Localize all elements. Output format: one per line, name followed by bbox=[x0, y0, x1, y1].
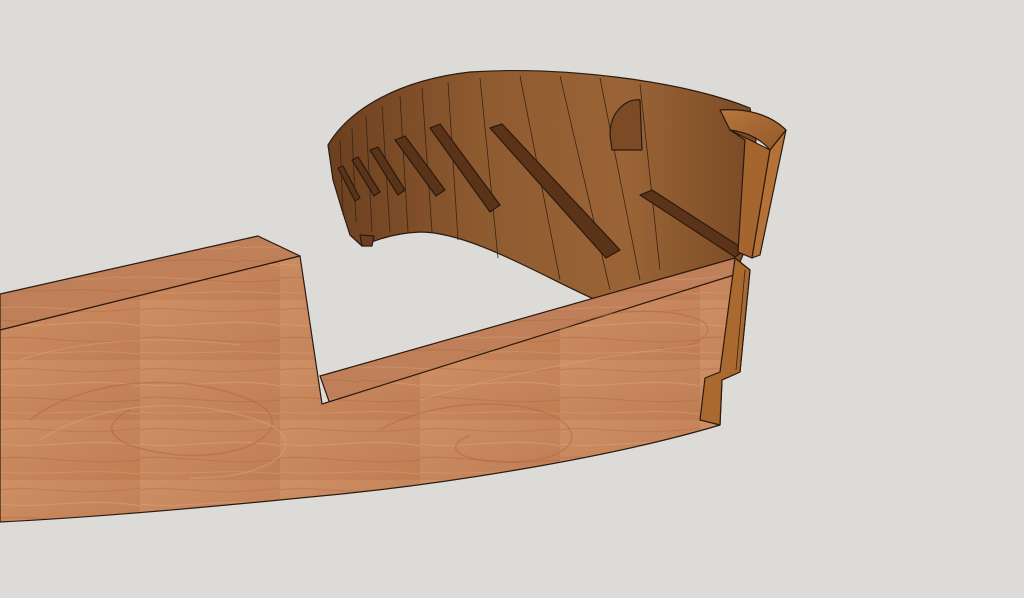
3d-viewport[interactable] bbox=[0, 0, 1024, 593]
curved-back-shell bbox=[327, 70, 757, 301]
wood-model-drawing bbox=[0, 70, 787, 523]
